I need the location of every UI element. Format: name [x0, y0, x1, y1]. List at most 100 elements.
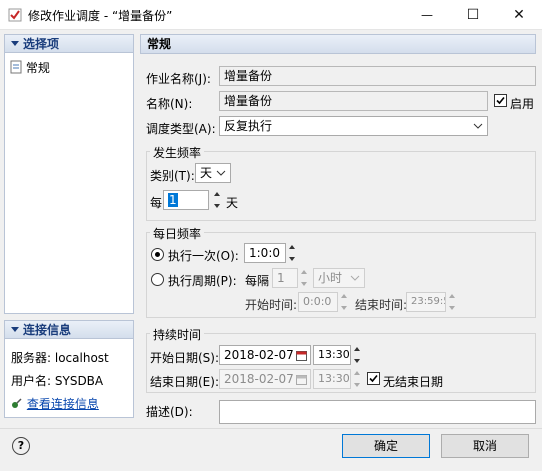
every-label: 每: [150, 196, 163, 210]
every-days-spinner[interactable]: [212, 190, 222, 210]
end-date-picker[interactable]: 2018-02-07: [219, 369, 311, 389]
frequency-group: [146, 151, 536, 221]
period-spinner[interactable]: [299, 268, 309, 288]
spin-up-icon: [341, 294, 347, 298]
execute-once-label: 执行一次(O):: [168, 249, 239, 263]
check-icon: [369, 374, 378, 383]
start-date-value: 2018-02-07: [224, 348, 294, 362]
spin-down-icon: [354, 359, 360, 363]
chevron-down-icon: [473, 123, 483, 129]
end-time-label: 结束时间:: [355, 298, 408, 312]
start-date-picker[interactable]: 2018-02-07: [219, 345, 311, 365]
duration-title: 持续时间: [150, 326, 205, 343]
close-button[interactable]: ✕: [496, 0, 542, 30]
collapse-icon: [11, 327, 19, 332]
start-time-input[interactable]: 0:0:0: [298, 292, 338, 312]
spin-down-icon: [341, 306, 347, 310]
end-time-input[interactable]: 23:59:59: [406, 292, 446, 312]
end-time-spinner[interactable]: [447, 292, 457, 312]
nav-header-label: 选择项: [23, 37, 60, 51]
view-connection-label: 查看连接信息: [26, 397, 99, 411]
connection-icon: [12, 398, 22, 408]
title-bar: 修改作业调度 - “增量备份” — ☐ ✕: [0, 0, 542, 30]
every-unit: 天: [226, 196, 239, 210]
spin-up-icon: [354, 347, 360, 351]
schedule-type-select[interactable]: 反复执行: [219, 116, 488, 136]
spin-down-icon: [214, 204, 220, 208]
spin-up-icon: [449, 294, 455, 298]
enable-label: 启用: [510, 97, 535, 111]
end-time-of-day-input[interactable]: 13:30:07: [313, 369, 351, 389]
server-label: 服务器:: [11, 351, 52, 365]
nav-item-label: 常规: [25, 61, 50, 75]
nav-header[interactable]: 选择项: [5, 35, 133, 53]
ok-button[interactable]: 确定: [342, 434, 430, 458]
spin-up-icon: [301, 270, 307, 274]
period-value-input[interactable]: 1: [272, 268, 298, 288]
chevron-down-icon: [216, 170, 226, 176]
start-time-label: 开始时间:: [245, 298, 298, 312]
nav-item-general[interactable]: 常规: [10, 59, 50, 75]
content-title: 常规: [147, 37, 172, 51]
user-value: SYSDBA: [54, 374, 104, 388]
app-icon: [8, 8, 22, 22]
schedule-type-value: 反复执行: [224, 119, 273, 133]
execute-once-radio[interactable]: [151, 248, 164, 261]
name-label: 名称(N):: [146, 97, 193, 111]
end-date-label: 结束日期(E):: [150, 375, 219, 389]
content-header: 常规: [140, 34, 536, 54]
user-label: 用户名:: [11, 374, 52, 388]
no-end-date-checkbox[interactable]: [367, 372, 380, 385]
no-end-date-label: 无结束日期: [383, 375, 444, 389]
minimize-icon: —: [421, 8, 433, 22]
connection-header[interactable]: 连接信息: [5, 321, 133, 339]
schedule-type-label: 调度类型(A):: [146, 122, 216, 136]
calendar-icon: [296, 351, 307, 361]
server-value: localhost: [54, 351, 109, 365]
connection-panel: 连接信息 服务器: localhost 用户名: SYSDBA 查看连接信息: [4, 320, 134, 418]
every-days-value: 1: [168, 193, 178, 207]
user-info: 用户名: SYSDBA: [11, 372, 103, 389]
job-name-field[interactable]: 增量备份: [219, 66, 536, 86]
window-title: 修改作业调度 - “增量备份”: [28, 9, 173, 23]
calendar-icon: [296, 375, 307, 385]
start-time-spinner[interactable]: [339, 292, 349, 312]
help-glyph: ?: [17, 439, 25, 452]
period-unit-value: 小时: [318, 271, 343, 285]
frequency-type-value: 天: [200, 166, 213, 180]
start-time-of-day-input[interactable]: 13:30:07: [313, 345, 351, 365]
job-name-label: 作业名称(J):: [146, 72, 211, 86]
period-unit-select[interactable]: 小时: [313, 268, 365, 288]
spin-down-icon: [301, 282, 307, 286]
close-icon: ✕: [513, 7, 525, 23]
daily-frequency-title: 每日频率: [150, 225, 205, 242]
every-days-input[interactable]: 1: [163, 190, 209, 210]
enable-checkbox[interactable]: [494, 94, 507, 107]
execute-period-radio[interactable]: [151, 273, 164, 286]
minimize-button[interactable]: —: [404, 0, 450, 30]
execute-once-time[interactable]: 1:0:0: [244, 243, 286, 263]
chevron-down-icon: [350, 275, 360, 281]
view-connection-link[interactable]: 查看连接信息: [11, 395, 99, 412]
end-time-of-day-spinner[interactable]: [352, 369, 362, 389]
description-input[interactable]: [219, 400, 536, 424]
end-date-value: 2018-02-07: [224, 372, 294, 386]
spin-down-icon: [289, 257, 295, 261]
description-label: 描述(D):: [146, 405, 193, 419]
once-time-spinner[interactable]: [287, 243, 297, 263]
start-date-label: 开始日期(S):: [150, 351, 220, 365]
nav-panel: 选择项 常规: [4, 34, 134, 314]
start-time-of-day-spinner[interactable]: [352, 345, 362, 365]
maximize-button[interactable]: ☐: [450, 0, 496, 30]
name-field[interactable]: 增量备份: [219, 91, 488, 111]
cancel-button[interactable]: 取消: [441, 434, 529, 458]
spin-down-icon: [354, 383, 360, 387]
help-icon[interactable]: ?: [12, 437, 30, 455]
frequency-type-label: 类别(T):: [150, 169, 195, 183]
page-icon: [10, 60, 22, 74]
spin-down-icon: [449, 306, 455, 310]
frequency-type-select[interactable]: 天: [195, 163, 231, 183]
spin-up-icon: [289, 245, 295, 249]
dialog-footer: ? 确定 取消: [0, 428, 542, 471]
connection-header-label: 连接信息: [23, 323, 72, 337]
